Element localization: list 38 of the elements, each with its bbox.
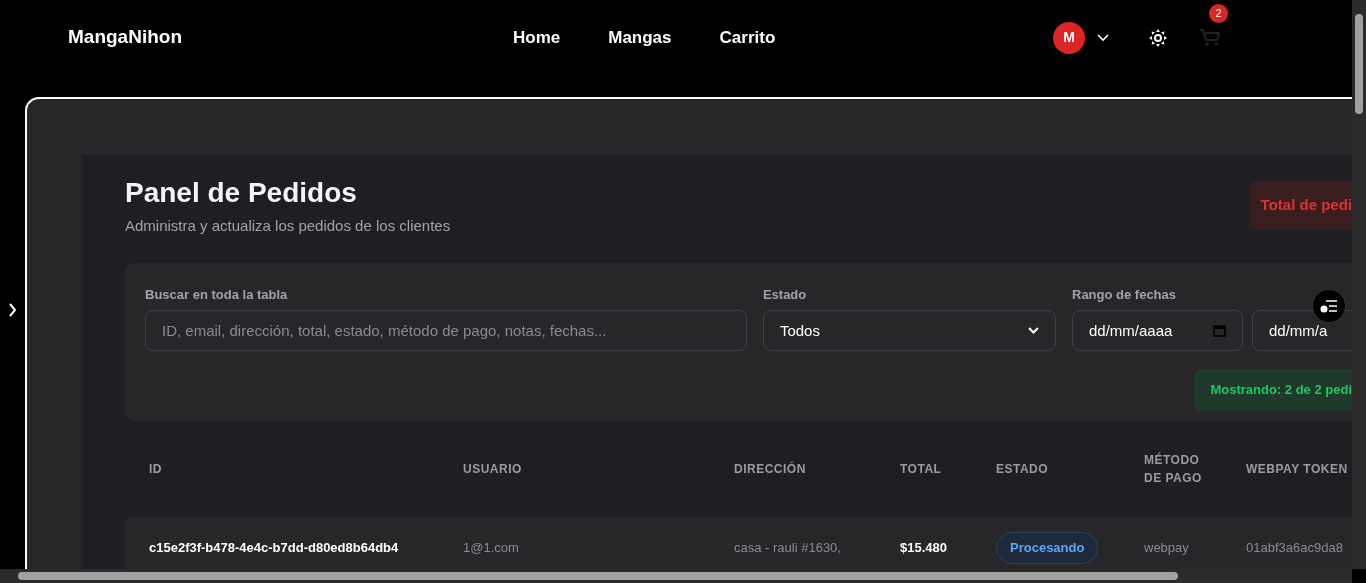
showing-count-badge: Mostrando: 2 de 2 pedi [1194, 369, 1352, 411]
order-total: $15.480 [900, 539, 948, 558]
page-subtitle: Administra y actualiza los pedidos de los clientes [125, 216, 451, 237]
search-label: Buscar en toda la tabla [145, 285, 289, 304]
date-to-field[interactable]: dd/mm/a [1252, 310, 1352, 352]
column-header: TOTAL [900, 460, 943, 478]
table-cell-text: casa - rauli #1630, [734, 539, 842, 558]
table-cell-text: 01abf3a6ac9da8 [1246, 539, 1344, 558]
nav-link[interactable]: Home [513, 24, 561, 51]
total-orders-badge: Total de pedi [1248, 181, 1352, 230]
column-header: ID [149, 460, 163, 478]
chevron-down-icon[interactable] [1097, 33, 1109, 42]
date-range-label: Rango de fechas [1072, 285, 1178, 304]
sun-icon[interactable] [1149, 28, 1167, 47]
status-label: Estado [762, 285, 808, 304]
status-select[interactable]: Todos [762, 310, 1056, 352]
chevron-right-icon[interactable] [8, 303, 17, 317]
horizontal-scrollbar[interactable] [0, 569, 1352, 583]
page-title: Panel de Pedidos [125, 176, 358, 210]
column-header: USUARIO [463, 460, 523, 478]
search-field[interactable]: ID, email, dirección, total, estado, método de pago, notas, fechas... [145, 310, 747, 352]
nav-link[interactable]: Mangas [608, 24, 672, 51]
chevron-down-icon [1028, 327, 1039, 335]
table-cell-text: webpay [1144, 539, 1190, 558]
brand-logo[interactable]: MangaNihon [68, 23, 428, 52]
column-header: WEBPAY TOKEN [1246, 460, 1349, 478]
user-avatar[interactable]: M [1053, 21, 1085, 54]
cart-count-badge: 2 [1209, 3, 1228, 23]
date-from-field[interactable]: dd/mm/aaaa [1072, 310, 1243, 352]
table-cell-text: 1@1.com [463, 539, 520, 558]
column-header: ESTADO [996, 460, 1050, 478]
filter-list-icon [1320, 299, 1338, 313]
column-header: MÉTODO DE PAGO [1144, 451, 1203, 487]
vertical-scrollbar[interactable] [1352, 0, 1366, 569]
order-id: c15e2f3f-b478-4e4c-b7dd-d80ed8b64db4 [149, 539, 400, 558]
status-pill: Procesando [996, 532, 1099, 564]
column-header: DIRECCIÓN [734, 460, 807, 478]
nav-link[interactable]: Carrito [719, 24, 776, 51]
